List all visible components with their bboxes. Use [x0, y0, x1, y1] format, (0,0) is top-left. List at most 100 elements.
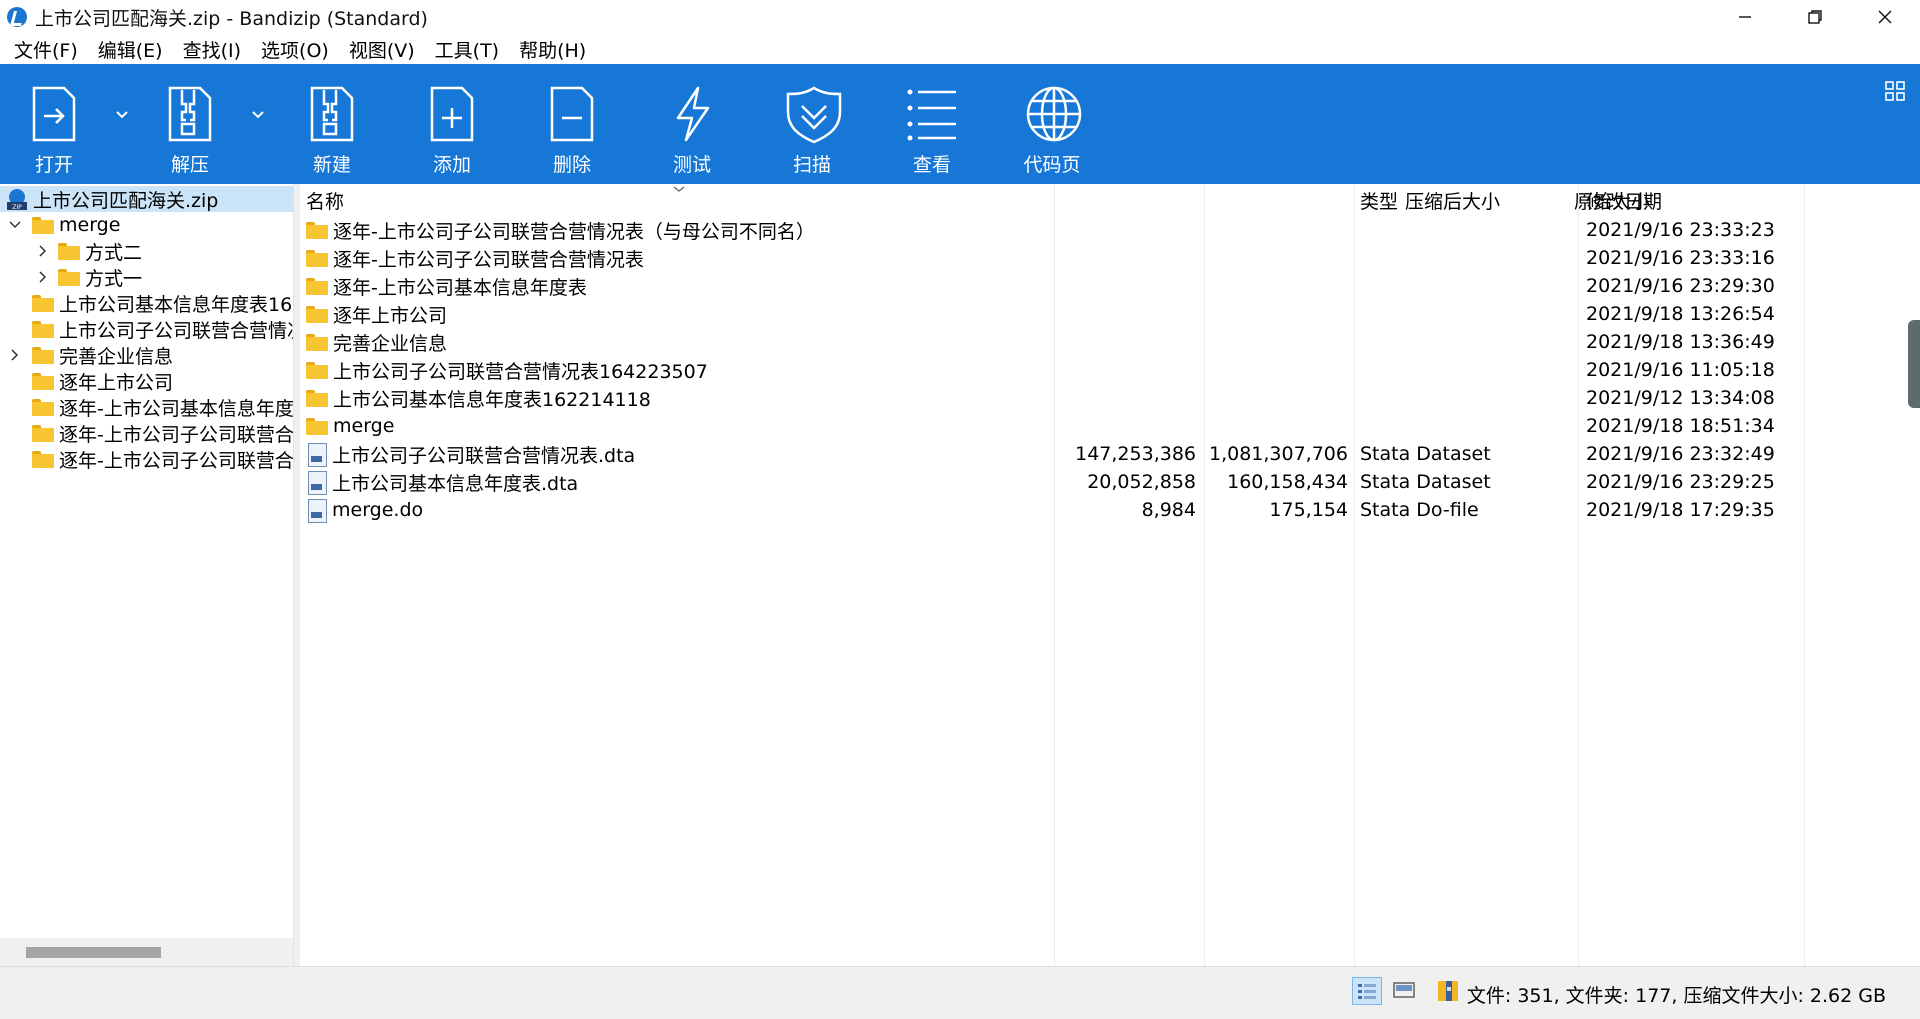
chevron-right-icon[interactable] [36, 270, 50, 284]
file-name: merge [333, 415, 395, 437]
table-row[interactable]: merge.do 8,984 175,154 Stata Do-file 2021/9/… [300, 496, 1920, 524]
window-title: 上市公司匹配海关.zip - Bandizip (Standard) [35, 7, 428, 30]
open-label: 打开 [34, 154, 73, 176]
tree-item-basic-info[interactable]: 上市公司基本信息年度表162214118 [0, 290, 293, 316]
new-archive-button[interactable]: 新建 [282, 64, 382, 184]
tree-item-method1[interactable]: 方式一 [0, 264, 142, 290]
extract-button[interactable]: 解压 [140, 64, 240, 184]
view-button[interactable]: 查看 [882, 64, 982, 184]
menu-find[interactable]: 查找(I) [173, 36, 251, 63]
tree-item-label: 方式一 [85, 267, 143, 290]
close-icon [1878, 10, 1892, 24]
cell-packed-size: 8,984 [1141, 499, 1196, 521]
column-header-modified[interactable]: 修改日期 [1586, 184, 1662, 216]
table-row[interactable]: merge 2021/9/18 18:51:34 [300, 412, 1920, 440]
layout-grid-icon[interactable] [1884, 80, 1906, 102]
add-button[interactable]: 添加 [402, 64, 502, 184]
menu-tools[interactable]: 工具(T) [425, 36, 509, 63]
menu-edit[interactable]: 编辑(E) [88, 36, 173, 63]
cell-type [1360, 328, 1570, 356]
table-row[interactable]: 上市公司基本信息年度表.dta 20,052,858 160,158,434 Stat… [300, 468, 1920, 496]
file-name: 上市公司子公司联营合营情况表.dta [332, 444, 636, 467]
extract-dropdown-chevron-icon[interactable] [248, 104, 268, 124]
cell-type [1360, 300, 1570, 328]
test-button[interactable]: 测试 [642, 64, 742, 184]
tree-item-yearly-subsidiary-diff[interactable]: 逐年-上市公司子公司联营合营情况表（与母公司不同名） [0, 446, 293, 472]
cell-name: 上市公司子公司联营合营情况表.dta [300, 440, 1050, 468]
cell-modified: 2021/9/18 18:51:34 [1586, 415, 1775, 437]
tree-item-label: 逐年上市公司 [59, 371, 174, 394]
open-dropdown-chevron-icon[interactable] [112, 104, 132, 124]
tree-horizontal-scrollbar[interactable] [0, 938, 293, 966]
cell-type [1360, 244, 1570, 272]
cell-modified: 2021/9/18 13:26:54 [1586, 303, 1775, 325]
minimize-button[interactable] [1710, 0, 1780, 34]
codepage-label: 代码页 [1023, 154, 1081, 176]
shield-icon [786, 86, 842, 144]
column-header-type[interactable]: 类型 [1360, 184, 1398, 216]
side-widget-handle[interactable] [1908, 320, 1920, 408]
tree-item-yearly-subsidiary[interactable]: 逐年-上市公司子公司联营合营情况表 [0, 420, 293, 446]
menu-bar: 文件(F) 编辑(E) 查找(I) 选项(O) 视图(V) 工具(T) 帮助(H… [0, 34, 1920, 64]
tree-item-yearly-listed[interactable]: 逐年上市公司 [0, 368, 173, 394]
globe-icon [1026, 86, 1082, 142]
details-view-button[interactable] [1352, 977, 1382, 1005]
scan-label: 扫描 [792, 154, 831, 176]
tree-item-complete-info[interactable]: 完善企业信息 [0, 342, 173, 368]
menu-view[interactable]: 视图(V) [339, 36, 425, 63]
table-row[interactable]: 逐年-上市公司基本信息年度表 2021/9/16 23:29:30 [300, 272, 1920, 300]
cell-packed-size: 147,253,386 [1075, 443, 1196, 465]
delete-button[interactable]: 删除 [522, 64, 622, 184]
cell-original-size [1204, 328, 1348, 356]
document-icon [308, 499, 327, 523]
tree-item-yearly-basic[interactable]: 逐年-上市公司基本信息年度表 [0, 394, 294, 420]
tree-root[interactable]: ZIP 上市公司匹配海关.zip [0, 186, 293, 212]
restore-icon [1808, 10, 1822, 24]
open-icon [32, 86, 76, 142]
cell-type [1360, 412, 1570, 440]
table-row[interactable]: 逐年-上市公司子公司联营合营情况表 2021/9/16 23:33:16 [300, 244, 1920, 272]
tree-item-label: 逐年-上市公司基本信息年度表 [59, 397, 294, 420]
tree-root-label: 上市公司匹配海关.zip [33, 189, 219, 212]
cell-name: 上市公司子公司联营合营情况表164223507 [300, 356, 1050, 384]
title-bar: 上市公司匹配海关.zip - Bandizip (Standard) [0, 0, 1920, 34]
column-header-packed[interactable]: 压缩后大小 [1054, 184, 1500, 216]
chevron-right-icon[interactable] [8, 348, 22, 362]
restore-button[interactable] [1780, 0, 1850, 34]
table-row[interactable]: 逐年上市公司 2021/9/18 13:26:54 [300, 300, 1920, 328]
preview-pane-button[interactable] [1390, 977, 1420, 1005]
file-name: 逐年上市公司 [333, 304, 448, 327]
table-row[interactable]: 完善企业信息 2021/9/18 13:36:49 [300, 328, 1920, 356]
cell-modified: 2021/9/16 23:29:30 [1586, 275, 1775, 297]
column-header-label: 修改日期 [1586, 190, 1663, 213]
cell-packed-size [1054, 412, 1196, 440]
tree-item-merge[interactable]: merge [0, 212, 120, 238]
new-archive-icon [310, 86, 354, 142]
codepage-button[interactable]: 代码页 [1002, 64, 1102, 184]
menu-file[interactable]: 文件(F) [4, 36, 88, 63]
folder-icon [58, 268, 80, 286]
menu-options[interactable]: 选项(O) [251, 36, 339, 63]
archive-info-button[interactable] [1434, 977, 1464, 1005]
file-list: 名称 压缩后大小 原始大小 逐年-上市公司子公司联营合营情况表（与母公司不同名）… [300, 184, 1920, 966]
open-button[interactable]: 打开 [4, 64, 104, 184]
menu-help[interactable]: 帮助(H) [509, 36, 596, 63]
close-button[interactable] [1850, 0, 1920, 34]
table-row[interactable]: 逐年-上市公司子公司联营合营情况表（与母公司不同名） 2021/9/16 23:3… [300, 216, 1920, 244]
chevron-right-icon[interactable] [36, 244, 50, 258]
cell-packed-size [1054, 272, 1196, 300]
chevron-down-icon[interactable] [8, 218, 22, 232]
tree-item-method2[interactable]: 方式二 [0, 238, 142, 264]
cell-name: merge [300, 412, 1050, 440]
document-icon [308, 443, 327, 467]
folder-icon [306, 305, 328, 323]
table-row[interactable]: 上市公司子公司联营合营情况表.dta 147,253,386 1,081,307,7… [300, 440, 1920, 468]
table-row[interactable]: 上市公司基本信息年度表162214118 2021/9/12 13:34:08 [300, 384, 1920, 412]
preview-pane-icon [1393, 982, 1415, 998]
table-row[interactable]: 上市公司子公司联营合营情况表164223507 2021/9/16 11:05:1… [300, 356, 1920, 384]
column-header-name[interactable]: 名称 [306, 184, 1046, 216]
tree-item-subsidiary[interactable]: 上市公司子公司联营合营情况表164223507 [0, 316, 293, 342]
scrollbar-thumb[interactable] [26, 947, 161, 958]
column-header-label: 名称 [306, 190, 345, 213]
scan-button[interactable]: 扫描 [762, 64, 862, 184]
